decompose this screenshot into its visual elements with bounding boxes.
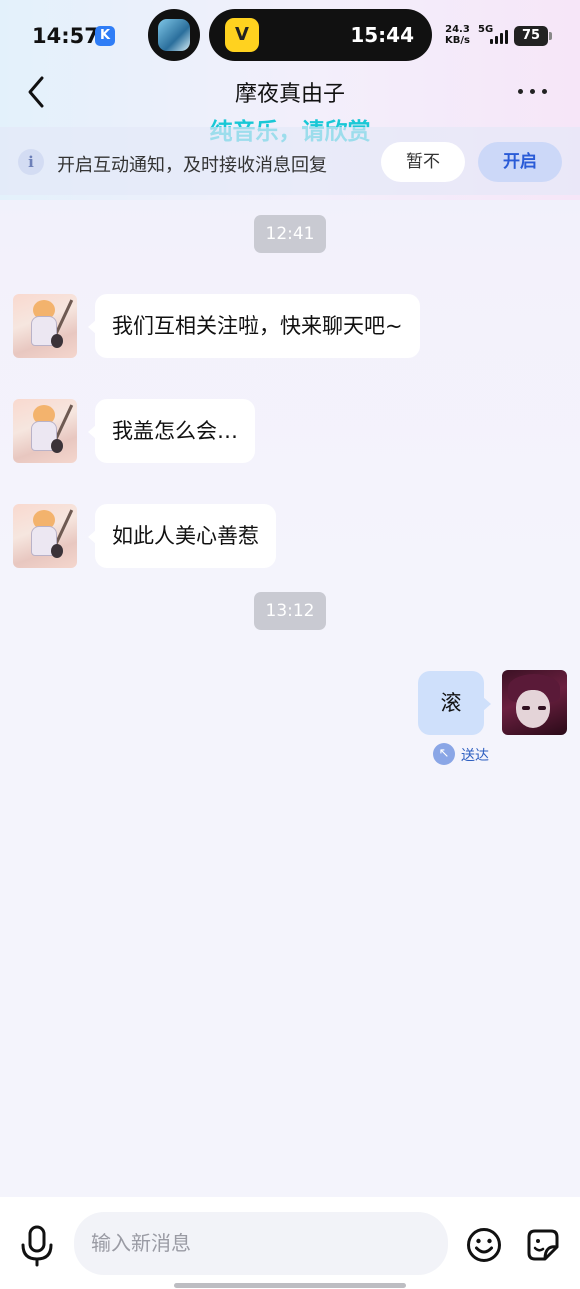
- mic-icon: [21, 1225, 53, 1267]
- network-speed: 24.3 KB/s: [445, 24, 470, 46]
- more-button[interactable]: [512, 78, 552, 104]
- message-input[interactable]: 输入新消息: [74, 1212, 448, 1275]
- notification-banner: i 开启互动通知，及时接收消息回复 暂不 开启: [0, 127, 580, 195]
- incoming-message[interactable]: 如此人美心善惹: [88, 504, 276, 568]
- back-button[interactable]: [22, 72, 56, 112]
- floating-app-icon[interactable]: [148, 9, 200, 61]
- battery-icon: 75: [514, 26, 552, 46]
- sticker-icon: [527, 1229, 559, 1261]
- contact-avatar[interactable]: [13, 504, 77, 568]
- network-speed-value: 24.3: [445, 24, 470, 35]
- delivered-arrow-icon: ↖: [433, 743, 455, 765]
- timestamp: 12:41: [254, 215, 326, 253]
- not-now-button[interactable]: 暂不: [381, 142, 465, 182]
- timestamp: 13:12: [254, 592, 326, 630]
- network-speed-unit: KB/s: [445, 35, 470, 46]
- home-indicator[interactable]: [174, 1283, 406, 1288]
- emoji-button[interactable]: [466, 1227, 502, 1263]
- sticker-button[interactable]: [525, 1227, 561, 1263]
- status-bar: 14:57 K V 15:44 24.3 KB/s 5G 75: [0, 0, 580, 70]
- contact-avatar[interactable]: [13, 399, 77, 463]
- island-time: 15:44: [350, 23, 414, 47]
- banner-text: 开启互动通知，及时接收消息回复: [57, 155, 327, 176]
- composer-bar: 输入新消息: [0, 1197, 580, 1289]
- enable-notifications-button[interactable]: 开启: [478, 142, 562, 182]
- carrier-badge-icon: K: [95, 26, 115, 46]
- delivery-status-text: 送达: [461, 748, 489, 764]
- voice-button[interactable]: [18, 1225, 56, 1267]
- more-dots-icon: [518, 89, 523, 94]
- dynamic-island[interactable]: V 15:44: [209, 9, 432, 61]
- outgoing-message[interactable]: 滚: [418, 671, 491, 735]
- chat-title[interactable]: 摩夜真由子: [140, 76, 440, 108]
- island-app-icon: V: [225, 18, 259, 52]
- signal-icon: [488, 28, 510, 44]
- contact-avatar[interactable]: [13, 294, 77, 358]
- status-time: 14:57: [32, 24, 99, 48]
- emoji-icon: [467, 1228, 501, 1262]
- info-icon: i: [18, 149, 44, 175]
- incoming-message[interactable]: 我盖怎么会…: [88, 399, 255, 463]
- my-avatar[interactable]: [502, 670, 567, 735]
- incoming-message[interactable]: 我们互相关注啦，快来聊天吧~: [88, 294, 420, 358]
- chevron-left-icon: [28, 76, 44, 108]
